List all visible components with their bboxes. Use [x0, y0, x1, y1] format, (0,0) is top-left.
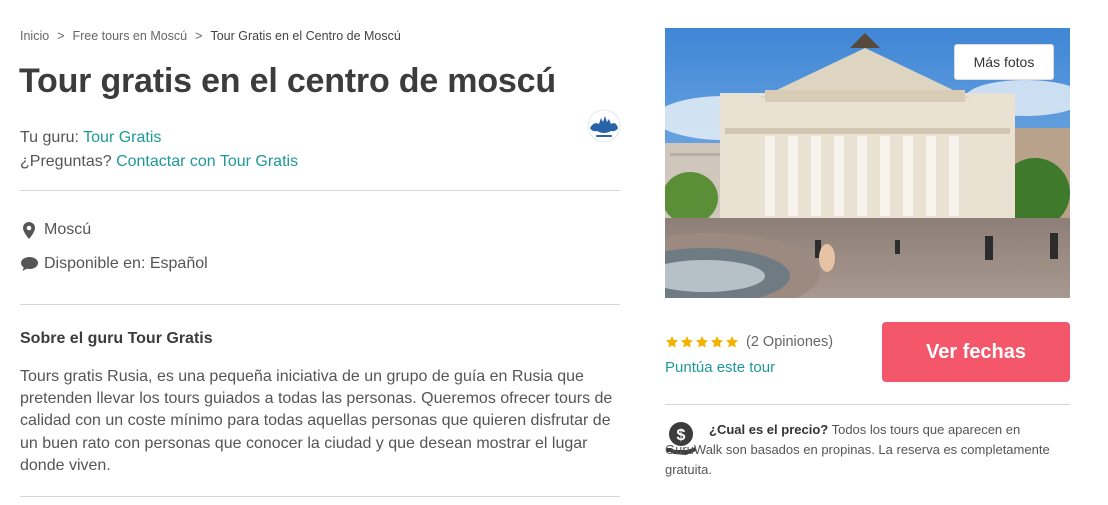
- price-question: ¿Cual es el precio?: [709, 422, 829, 437]
- more-photos-button[interactable]: Más fotos: [954, 44, 1054, 80]
- price-info: ¿Cual es el precio? Todos los tours que …: [665, 420, 1065, 480]
- guru-avatar[interactable]: [586, 108, 622, 144]
- guru-link[interactable]: Tour Gratis: [83, 129, 161, 146]
- reviews-count[interactable]: (2 Opiniones): [746, 334, 833, 350]
- section-divider: [20, 304, 620, 305]
- star-icon: [665, 336, 679, 348]
- location-row: Moscú: [20, 221, 91, 239]
- contact-guru-link[interactable]: Contactar con Tour Gratis: [116, 153, 298, 170]
- about-guru-title: Sobre el guru Tour Gratis: [20, 330, 213, 347]
- section-divider: [20, 496, 620, 497]
- star-icon: [725, 336, 739, 348]
- breadcrumb: Inicio > Free tours en Moscú > Tour Grat…: [20, 29, 401, 43]
- speech-bubble-icon: [20, 255, 38, 273]
- section-divider: [665, 404, 1070, 405]
- star-icon: [680, 336, 694, 348]
- map-pin-icon: [20, 221, 38, 239]
- star-icon: [695, 336, 709, 348]
- rating: (2 Opiniones): [665, 334, 833, 350]
- star-rating: [665, 335, 740, 349]
- breadcrumb-separator: >: [57, 29, 65, 43]
- see-dates-button[interactable]: Ver fechas: [882, 322, 1070, 382]
- breadcrumb-home-link[interactable]: Inicio: [20, 29, 49, 43]
- rate-tour-link[interactable]: Puntúa este tour: [665, 359, 775, 376]
- breadcrumb-current: Tour Gratis en el Centro de Moscú: [210, 29, 401, 43]
- questions-line: ¿Preguntas? Contactar con Tour Gratis: [20, 153, 298, 171]
- guru-prefix: Tu guru:: [20, 129, 79, 146]
- section-divider: [20, 190, 620, 191]
- questions-prefix: ¿Preguntas?: [20, 153, 112, 170]
- breadcrumb-city-link[interactable]: Free tours en Moscú: [73, 29, 188, 43]
- language-row: Disponible en: Español: [20, 255, 208, 273]
- guru-line: Tu guru: Tour Gratis: [20, 129, 161, 147]
- guru-logo-image: [586, 108, 622, 144]
- location-text: Moscú: [44, 221, 92, 238]
- language-text: Disponible en: Español: [44, 255, 208, 272]
- page-title: Tour gratis en el centro de moscú: [19, 62, 556, 100]
- star-icon: [710, 336, 724, 348]
- about-guru-text: Tours gratis Rusia, es una pequeña inici…: [20, 368, 613, 474]
- breadcrumb-separator: >: [195, 29, 203, 43]
